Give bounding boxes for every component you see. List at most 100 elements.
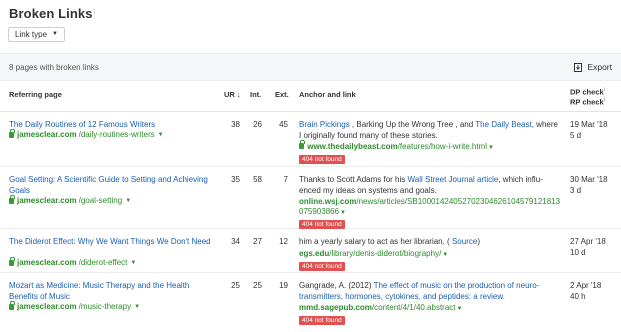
anchor-text: Gangrade, A. (2012) The effect of music …	[299, 281, 561, 302]
dp-check-date: 19 Mar '18	[570, 120, 608, 129]
check-dates: 19 Mar '18 5 d	[570, 120, 608, 141]
anchor-link[interactable]: Source	[452, 237, 477, 246]
summary-count: 8 pages with broken links	[9, 63, 99, 72]
export-label: Export	[587, 62, 612, 72]
anchor-link[interactable]: Brain Pickings	[299, 120, 350, 129]
target-domain: online.wsj.com	[299, 197, 357, 206]
info-icon: i	[603, 97, 606, 103]
anchor-plain: Gangrade, A. (2012)	[299, 281, 374, 290]
target-domain: egs.edu	[299, 248, 330, 258]
check-dates: 2 Apr '18 40 h	[570, 281, 601, 302]
ref-path: /diderot-effect	[78, 258, 128, 267]
anchor-link[interactable]: Wall Street Journal article	[408, 175, 499, 184]
check-dates: 27 Apr '18 10 d	[570, 237, 606, 258]
rp-check-age: 5 d	[570, 130, 582, 140]
referring-page-url[interactable]: jamesclear.com/diderot-effect ▼	[9, 256, 136, 267]
anchor-text: Thanks to Scott Adams for his Wall Stree…	[299, 175, 561, 196]
anchor-plain: , Barking Up the Wrong Tree , and	[349, 120, 476, 129]
referring-page-url[interactable]: jamesclear.com/goal-setting ▼	[9, 194, 131, 205]
ur-value: 34	[231, 237, 240, 246]
ext-value: 19	[279, 281, 288, 290]
referring-page-title[interactable]: The Diderot Effect: Why We Want Things W…	[9, 237, 219, 248]
ref-domain: jamesclear.com	[17, 302, 77, 311]
anchor-plain: )	[477, 237, 480, 246]
caret-down-icon[interactable]: ▼	[158, 132, 164, 138]
dp-check-date: 27 Apr '18	[570, 237, 606, 246]
target-domain: mmd.sagepub.com	[299, 303, 372, 312]
referring-page-url[interactable]: jamesclear.com/music-therapy ▼	[9, 300, 140, 311]
ref-domain: jamesclear.com	[17, 130, 77, 139]
ref-domain: jamesclear.com	[17, 258, 77, 267]
caret-down-icon[interactable]: ▼	[125, 198, 131, 204]
summary-bar: 8 pages with broken links Export	[0, 53, 621, 81]
ref-domain: jamesclear.com	[17, 196, 77, 205]
check-dates: 30 Mar '18 3 d	[570, 175, 608, 196]
col-referring-page[interactable]: Referring page	[9, 90, 62, 99]
lock-icon	[9, 300, 15, 310]
export-button[interactable]: Export	[574, 62, 612, 72]
ref-path: /daily-routines-writers	[78, 130, 155, 139]
export-icon	[574, 62, 583, 72]
dp-check-date: 2 Apr '18	[570, 281, 602, 290]
caret-down-icon[interactable]: ▼	[134, 304, 140, 310]
table-header: Referring page UR ↓ Int. Ext. Anchor and…	[0, 81, 621, 112]
referring-page-url[interactable]: jamesclear.com/daily-routines-writers ▼	[9, 128, 164, 139]
ext-value: 7	[283, 175, 288, 184]
ur-value: 25	[231, 281, 240, 290]
link-type-label: Link type	[15, 30, 48, 39]
rp-check-age: 3 d	[570, 185, 582, 195]
lock-icon	[9, 128, 15, 138]
int-value: 27	[253, 237, 262, 246]
anchor-text: Brain Pickings , Barking Up the Wrong Tr…	[299, 120, 561, 141]
status-badge: 404 not found	[299, 261, 345, 271]
col-ur[interactable]: UR ↓	[224, 90, 241, 99]
target-url[interactable]: online.wsj.com/news/articles/SB100014240…	[299, 197, 561, 218]
col-dp-label: DP check	[570, 87, 604, 97]
caret-down-icon[interactable]: ▼	[442, 252, 448, 258]
col-rp-check[interactable]: RP checki	[570, 97, 605, 107]
rp-check-age: 40 h	[570, 291, 586, 301]
anchor-link[interactable]: The Daily Beast	[475, 120, 531, 129]
anchor-cell: him a yearly salary to act as her librar…	[299, 237, 561, 271]
ext-value: 12	[279, 237, 288, 246]
col-int[interactable]: Int.	[250, 90, 261, 99]
anchor-cell: Thanks to Scott Adams for his Wall Stree…	[299, 175, 561, 230]
lock-icon	[299, 140, 305, 149]
lock-icon	[9, 256, 15, 266]
page-title: Broken Links	[9, 6, 93, 21]
col-ext[interactable]: Ext.	[275, 90, 289, 99]
col-dp-check[interactable]: DP checki	[570, 87, 605, 97]
ur-value: 35	[231, 175, 240, 184]
referring-page-title[interactable]: Goal Setting: A Scientific Guide to Sett…	[9, 175, 219, 196]
col-anchor[interactable]: Anchor and link	[299, 90, 356, 99]
int-value: 58	[253, 175, 262, 184]
target-url[interactable]: mmd.sagepub.com/content/4/1/40.abstract▼	[299, 303, 561, 314]
ref-path: /music-therapy	[78, 302, 132, 311]
info-icon[interactable]: i	[94, 10, 95, 16]
caret-down-icon[interactable]: ▼	[488, 145, 494, 151]
int-value: 25	[253, 281, 262, 290]
col-rp-label: RP check	[570, 97, 604, 107]
referring-page-title[interactable]: Mozart as Medicine: Music Therapy and th…	[9, 281, 219, 302]
target-path: /library/denis-diderot/biography/	[329, 248, 442, 258]
caret-down-icon[interactable]: ▼	[340, 210, 346, 216]
status-badge: 404 not found	[299, 155, 345, 164]
table-row: Goal Setting: A Scientific Guide to Sett…	[0, 167, 621, 229]
status-badge: 404 not found	[299, 316, 345, 325]
anchor-plain: Thanks to Scott Adams for his	[299, 175, 408, 184]
table-row: The Daily Routines of 12 Famous Writers …	[0, 112, 621, 167]
lock-icon	[9, 194, 15, 204]
caret-down-icon[interactable]: ▼	[457, 306, 463, 312]
referring-page-title[interactable]: The Daily Routines of 12 Famous Writers	[9, 120, 219, 131]
sort-desc-icon: ↓	[236, 90, 241, 99]
anchor-plain: him a yearly salary to act as her librar…	[299, 237, 452, 246]
col-ur-label: UR	[224, 90, 235, 99]
target-path: /features/how-i-write.html	[397, 142, 487, 151]
info-icon: i	[603, 87, 606, 93]
target-url[interactable]: egs.edu/library/denis-diderot/biography/…	[299, 249, 561, 260]
caret-down-icon[interactable]: ▼	[130, 260, 136, 266]
dp-check-date: 30 Mar '18	[570, 175, 608, 184]
link-type-dropdown[interactable]: Link type ▼	[8, 27, 65, 42]
target-url[interactable]: www.thedailybeast.com/features/how-i-wri…	[299, 140, 561, 153]
anchor-cell: Brain Pickings , Barking Up the Wrong Tr…	[299, 120, 561, 165]
